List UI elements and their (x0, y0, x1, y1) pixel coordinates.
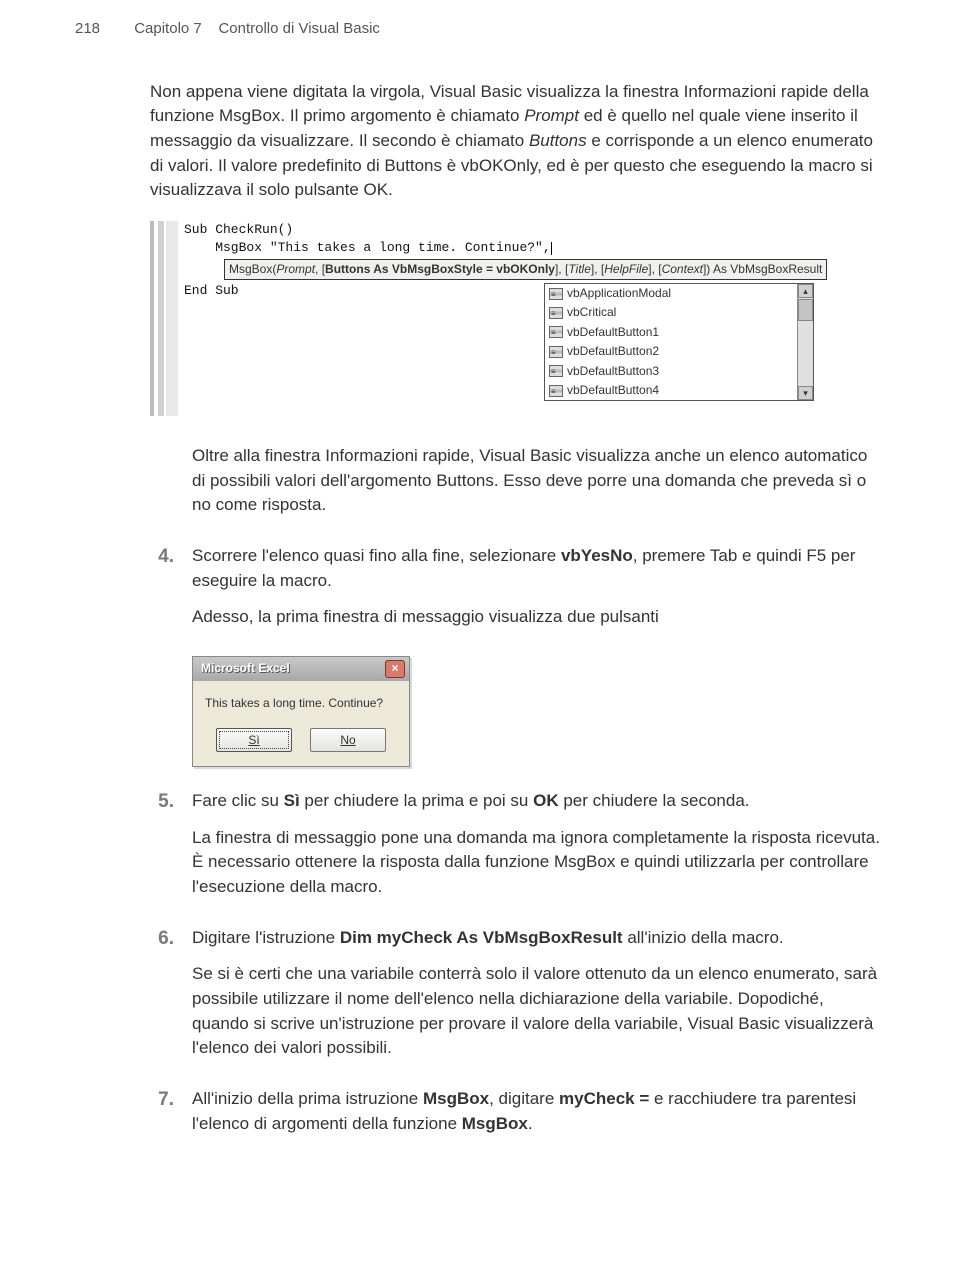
scrollbar[interactable]: ▴ ▾ (797, 284, 813, 400)
enum-icon: ≡ (549, 346, 563, 358)
close-icon[interactable]: × (385, 660, 405, 678)
enum-icon: ≡ (549, 307, 563, 319)
scroll-up-icon[interactable]: ▴ (798, 284, 813, 298)
dropdown-item[interactable]: ≡vbDefaultButton1 (545, 323, 797, 342)
dropdown-list: ≡vbApplicationModal ≡vbCritical ≡vbDefau… (545, 284, 797, 400)
step-4: 4. Scorrere l'elenco quasi fino alla fin… (150, 544, 880, 642)
si-label: Sì (284, 791, 300, 810)
msgbox-kw: MsgBox (423, 1089, 489, 1108)
arg-prompt: Prompt (524, 106, 579, 125)
step-6-text: Se si è certi che una variabile conterrà… (192, 962, 880, 1061)
intro-paragraph: Non appena viene digitata la virgola, Vi… (150, 80, 880, 203)
dropdown-item[interactable]: ≡vbApplicationModal (545, 284, 797, 303)
list-item: Oltre alla finestra Informazioni rapide,… (150, 444, 880, 530)
page-number: 218 (75, 20, 100, 37)
enum-icon: ≡ (549, 288, 563, 300)
code-line-2: MsgBox "This takes a long time. Continue… (184, 239, 880, 257)
dialog-titlebar: Microsoft Excel × (193, 657, 409, 681)
scroll-thumb[interactable] (798, 299, 813, 321)
dropdown-item[interactable]: ≡vbDefaultButton4 (545, 381, 797, 400)
step-number: 5. (150, 789, 174, 912)
page-content: Non appena viene digitata la virgola, Vi… (0, 40, 960, 1192)
ok-label: OK (533, 791, 559, 810)
msgbox-kw: MsgBox (462, 1114, 528, 1133)
step-7: 7. All'inizio della prima istruzione Msg… (150, 1087, 880, 1148)
page-header: 218 Capitolo 7 Controllo di Visual Basic (0, 0, 960, 40)
chapter-label: Capitolo 7 (134, 20, 202, 37)
text-cursor (551, 242, 552, 255)
step-5-text: La finestra di messaggio pone una domand… (192, 826, 880, 900)
step-number: 6. (150, 926, 174, 1073)
step-5: 5. Fare clic su Sì per chiudere la prima… (150, 789, 880, 912)
step-number: 7. (150, 1087, 174, 1148)
dialog-title: Microsoft Excel (201, 660, 385, 677)
intellisense-tooltip: MsgBox(Prompt, [Buttons As VbMsgBoxStyle… (224, 259, 827, 280)
enum-icon: ≡ (549, 326, 563, 338)
yes-button[interactable]: Sì (216, 728, 292, 752)
scroll-track[interactable] (798, 321, 813, 386)
intellisense-dropdown[interactable]: ≡vbApplicationModal ≡vbCritical ≡vbDefau… (544, 283, 814, 401)
vbyesno: vbYesNo (561, 546, 633, 565)
vb-editor-figure: Sub CheckRun() MsgBox "This takes a long… (150, 221, 880, 416)
editor-gutter (158, 221, 164, 416)
msgbox-dialog: Microsoft Excel × This takes a long time… (192, 656, 410, 767)
enum-icon: ≡ (549, 365, 563, 377)
arg-buttons: Buttons (529, 131, 587, 150)
dialog-message: This takes a long time. Continue? (193, 681, 409, 718)
enum-icon: ≡ (549, 385, 563, 397)
code-line-1: Sub CheckRun() (184, 221, 880, 239)
dim-statement: Dim myCheck As VbMsgBoxResult (340, 928, 623, 947)
step-4-text: Adesso, la prima finestra di messaggio v… (192, 605, 880, 630)
scroll-down-icon[interactable]: ▾ (798, 386, 813, 400)
no-button[interactable]: No (310, 728, 386, 752)
dropdown-item[interactable]: ≡vbDefaultButton2 (545, 342, 797, 361)
dropdown-item[interactable]: ≡vbDefaultButton3 (545, 362, 797, 381)
after-code-paragraph: Oltre alla finestra Informazioni rapide,… (192, 444, 880, 518)
step-6: 6. Digitare l'istruzione Dim myCheck As … (150, 926, 880, 1073)
mycheck-kw: myCheck = (559, 1089, 649, 1108)
dropdown-item[interactable]: ≡vbCritical (545, 303, 797, 322)
chapter-title: Controllo di Visual Basic (218, 20, 379, 37)
editor-margin (166, 221, 178, 416)
step-number: 4. (150, 544, 174, 642)
